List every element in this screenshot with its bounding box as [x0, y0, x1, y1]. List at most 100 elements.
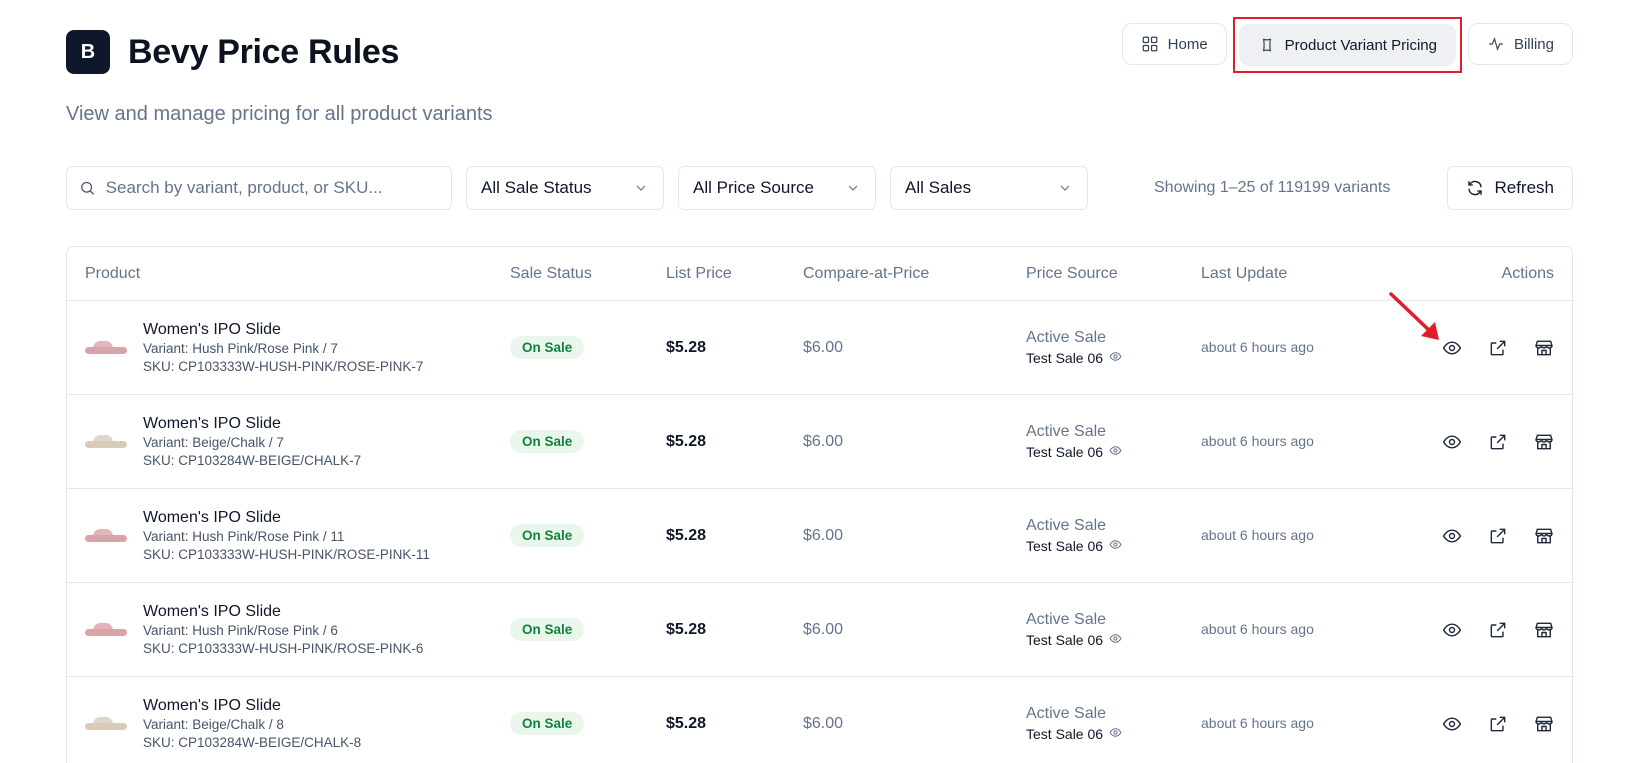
- last-update-cell: about 6 hours ago: [1201, 527, 1391, 545]
- eye-icon: [1442, 526, 1462, 546]
- chevron-down-icon: [636, 185, 646, 191]
- nav-billing-label: Billing: [1513, 35, 1554, 53]
- compare-price-cell: $6.00: [803, 527, 1026, 545]
- table-row: Women's IPO Slide Variant: Beige/Chalk / …: [67, 677, 1572, 763]
- list-price-cell: $5.28: [666, 339, 803, 357]
- header-sale-status[interactable]: Sale Status: [510, 265, 666, 283]
- external-link-icon: [1488, 714, 1508, 734]
- product-thumbnail: [85, 714, 127, 734]
- eye-icon: [1442, 432, 1462, 452]
- last-update-cell: about 6 hours ago: [1201, 621, 1391, 639]
- view-button[interactable]: [1442, 620, 1462, 640]
- sale-name[interactable]: Test Sale 06: [1026, 724, 1201, 744]
- product-name: Women's IPO Slide: [143, 696, 281, 714]
- sale-status-cell: On Sale: [510, 712, 666, 735]
- header-last-update[interactable]: Last Update: [1201, 265, 1391, 283]
- header-product[interactable]: Product: [67, 265, 510, 283]
- view-button[interactable]: [1442, 526, 1462, 546]
- header-list-price[interactable]: List Price: [666, 265, 803, 283]
- app-header: B Bevy Price Rules: [66, 30, 399, 74]
- open-external-button[interactable]: [1488, 620, 1508, 640]
- badge-icon: [1262, 38, 1271, 52]
- view-button[interactable]: [1442, 432, 1462, 452]
- external-link-icon: [1488, 338, 1508, 358]
- product-cell: Women's IPO Slide Variant: Hush Pink/Rose…: [67, 508, 510, 564]
- refresh-button[interactable]: Refresh: [1447, 166, 1573, 210]
- open-external-button[interactable]: [1488, 526, 1508, 546]
- price-source: Active Sale: [1026, 329, 1107, 346]
- filter-toolbar: All Sale Status All Price Source All Sal…: [66, 166, 1573, 210]
- store-icon: [1534, 714, 1554, 734]
- product-sku: SKU: CP103284W-BEIGE/CHALK-8: [143, 734, 362, 750]
- chevron-down-icon: [848, 185, 858, 191]
- page-title: Bevy Price Rules: [128, 32, 400, 71]
- store-button[interactable]: [1534, 432, 1554, 452]
- product-name: Women's IPO Slide: [143, 320, 281, 338]
- store-button[interactable]: [1534, 338, 1554, 358]
- page-subtitle: View and manage pricing for all product …: [66, 103, 493, 125]
- last-update: about 6 hours ago: [1201, 338, 1314, 355]
- store-button[interactable]: [1534, 714, 1554, 734]
- table-body: Women's IPO Slide Variant: Hush Pink/Rose…: [67, 301, 1572, 763]
- store-button[interactable]: [1534, 620, 1554, 640]
- product-sku: SKU: CP103333W-HUSH-PINK/ROSE-PINK-6: [143, 640, 424, 656]
- actions-cell: [1391, 620, 1572, 640]
- sale-name-label: Test Sale 06: [1026, 350, 1104, 366]
- product-thumbnail: [85, 432, 127, 452]
- nav-home-label: Home: [1167, 35, 1208, 53]
- product-thumbnail: [85, 620, 127, 640]
- sale-name[interactable]: Test Sale 06: [1026, 442, 1201, 462]
- table-row: Women's IPO Slide Variant: Beige/Chalk / …: [67, 395, 1572, 489]
- price-source: Active Sale: [1026, 705, 1107, 722]
- product-variant: Variant: Beige/Chalk / 7: [143, 434, 284, 450]
- grid-icon: [1142, 36, 1158, 52]
- price-source-select[interactable]: All Price Source: [678, 166, 876, 210]
- last-update: about 6 hours ago: [1201, 432, 1314, 449]
- product-info: Women's IPO Slide Variant: Hush Pink/Rose…: [143, 508, 430, 564]
- header-compare-at-price[interactable]: Compare-at-Price: [803, 265, 1026, 283]
- product-cell: Women's IPO Slide Variant: Hush Pink/Rose…: [67, 320, 510, 376]
- nav-variant-pricing-button[interactable]: Product Variant Pricing: [1238, 24, 1456, 66]
- product-cell: Women's IPO Slide Variant: Hush Pink/Rose…: [67, 602, 510, 658]
- table-row: Women's IPO Slide Variant: Hush Pink/Rose…: [67, 489, 1572, 583]
- price-source: Active Sale: [1026, 423, 1107, 440]
- view-button[interactable]: [1442, 714, 1462, 734]
- last-update: about 6 hours ago: [1201, 714, 1314, 731]
- results-count: Showing 1–25 of 119199 variants: [1154, 179, 1391, 196]
- open-external-button[interactable]: [1488, 338, 1508, 358]
- sale-name[interactable]: Test Sale 06: [1026, 630, 1201, 650]
- sale-name[interactable]: Test Sale 06: [1026, 348, 1201, 368]
- nav-active-highlight: Product Variant Pricing: [1232, 17, 1462, 73]
- nav-billing-button[interactable]: Billing: [1467, 23, 1573, 65]
- compare-price-cell: $6.00: [803, 433, 1026, 451]
- sale-name[interactable]: Test Sale 06: [1026, 536, 1201, 556]
- header-price-source[interactable]: Price Source: [1026, 265, 1201, 283]
- compare-at-price: $6.00: [803, 526, 844, 544]
- sales-select[interactable]: All Sales: [890, 166, 1088, 210]
- product-sku: SKU: CP103333W-HUSH-PINK/ROSE-PINK-7: [143, 358, 424, 374]
- price-source-cell: Active Sale Test Sale 06: [1026, 609, 1201, 650]
- app-logo: B: [66, 30, 110, 74]
- product-cell: Women's IPO Slide Variant: Beige/Chalk / …: [67, 696, 510, 752]
- table-row: Women's IPO Slide Variant: Hush Pink/Rose…: [67, 301, 1572, 395]
- sale-status-select[interactable]: All Sale Status: [466, 166, 664, 210]
- sale-name-label: Test Sale 06: [1026, 726, 1104, 742]
- open-external-button[interactable]: [1488, 432, 1508, 452]
- compare-at-price: $6.00: [803, 338, 844, 356]
- table-row: Women's IPO Slide Variant: Hush Pink/Rose…: [67, 583, 1572, 677]
- product-name: Women's IPO Slide: [143, 414, 281, 432]
- open-external-button[interactable]: [1488, 714, 1508, 734]
- compare-at-price: $6.00: [803, 432, 844, 450]
- store-button[interactable]: [1534, 526, 1554, 546]
- nav-home-button[interactable]: Home: [1121, 23, 1227, 65]
- last-update: about 6 hours ago: [1201, 526, 1314, 543]
- eye-icon: [1442, 620, 1462, 640]
- store-icon: [1534, 620, 1554, 640]
- actions-cell: [1391, 714, 1572, 734]
- last-update-cell: about 6 hours ago: [1201, 433, 1391, 451]
- list-price: $5.28: [666, 620, 707, 638]
- sale-status-cell: On Sale: [510, 524, 666, 547]
- search-input[interactable]: [105, 178, 439, 198]
- product-variant: Variant: Hush Pink/Rose Pink / 11: [143, 528, 345, 544]
- view-button[interactable]: [1442, 338, 1462, 358]
